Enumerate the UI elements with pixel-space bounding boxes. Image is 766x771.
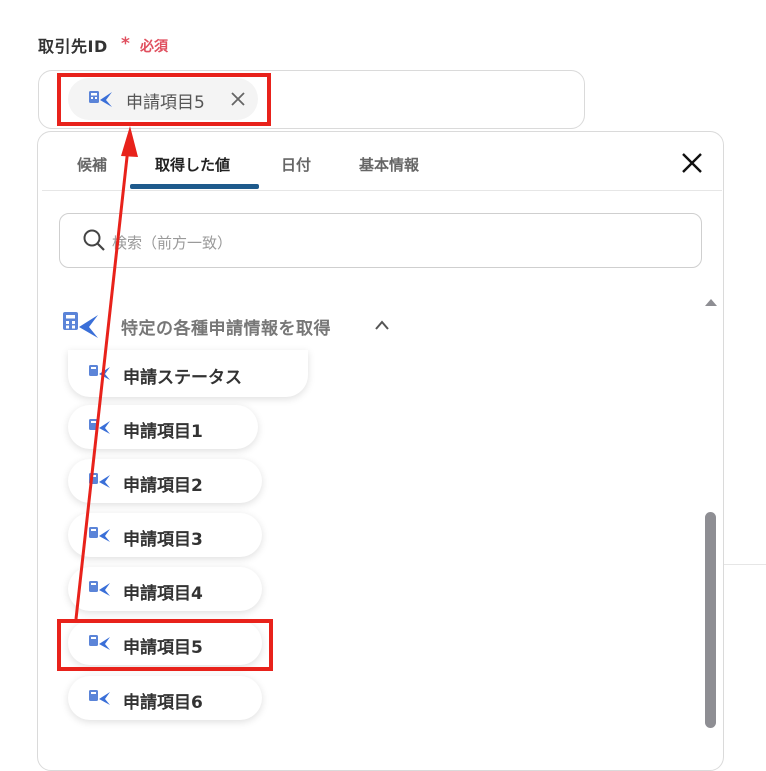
tabs-divider [42, 190, 722, 191]
scrollbar-thumb[interactable] [705, 512, 716, 728]
tab-basic-info[interactable]: 基本情報 [359, 154, 419, 175]
list-item-label: 申請項目3 [123, 530, 203, 550]
list-item-label: 申請項目6 [123, 693, 203, 713]
chip-app-icon [89, 91, 112, 107]
search-icon [83, 229, 105, 251]
app-icon [63, 312, 98, 338]
required-text: 必須 [140, 39, 168, 55]
tab-acquired-values[interactable]: 取得した値 [155, 154, 230, 175]
active-tab-indicator [130, 184, 259, 189]
item-app-icon [89, 473, 110, 488]
remove-icon[interactable] [228, 89, 248, 109]
item-app-icon [89, 635, 110, 650]
item-app-icon [89, 581, 110, 596]
scroll-up-icon[interactable] [704, 297, 718, 307]
field-label: 取引先ID [38, 37, 108, 56]
list-item-label: 申請項目5 [123, 638, 203, 658]
tab-candidates[interactable]: 候補 [77, 154, 107, 175]
list-item-label: 申請項目4 [123, 584, 203, 604]
search-placeholder: 検索（前方一致） [112, 234, 233, 252]
chevron-up-icon[interactable] [374, 318, 390, 332]
item-app-icon [89, 365, 110, 380]
list-item-label: 申請ステータス [123, 368, 242, 388]
chip-label: 申請項目5 [126, 93, 205, 113]
group-title[interactable]: 特定の各種申請情報を取得 [121, 314, 331, 339]
list-item-label: 申請項目2 [123, 476, 203, 496]
item-app-icon [89, 690, 110, 705]
tab-date[interactable]: 日付 [281, 154, 311, 175]
close-icon[interactable] [677, 148, 707, 178]
divider [724, 564, 766, 565]
item-app-icon [89, 527, 110, 542]
required-mark: * [121, 34, 130, 54]
item-app-icon [89, 419, 110, 434]
list-item-label: 申請項目1 [123, 422, 203, 442]
